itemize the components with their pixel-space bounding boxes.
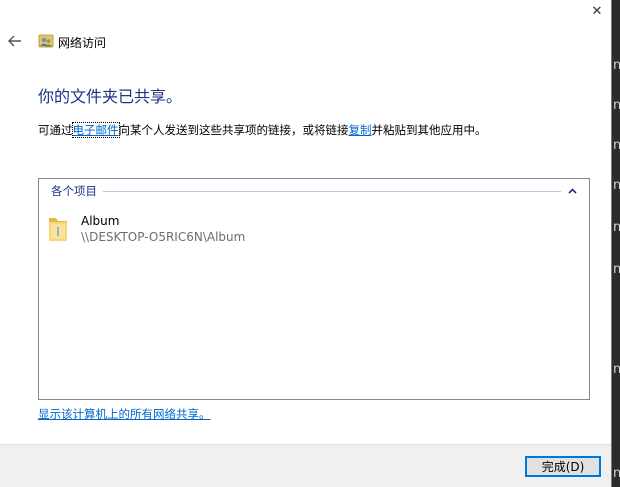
back-arrow-icon: [8, 35, 21, 47]
shared-items-list[interactable]: 各个项目 Album \\DESKTOP-O5RIC6N\Album: [38, 178, 590, 400]
close-button[interactable]: ✕: [582, 0, 612, 22]
group-label: 各个项目: [51, 184, 97, 198]
background-text-fragment: n: [613, 262, 620, 277]
list-item[interactable]: Album \\DESKTOP-O5RIC6N\Album: [47, 213, 307, 249]
page-heading: 你的文件夹已共享。: [38, 87, 183, 106]
background-text-fragment: n: [613, 138, 620, 153]
window-title: 网络访问: [58, 36, 107, 50]
background-text-fragment: n: [613, 58, 620, 73]
desc-text-before: 可通过: [38, 123, 73, 137]
background-text-fragment: n: [613, 98, 620, 113]
group-divider: [103, 190, 561, 192]
background-window-strip: n n n n n n n n: [612, 0, 620, 487]
network-users-icon: [38, 34, 54, 48]
background-text-fragment: n: [613, 362, 620, 377]
background-text-fragment: n: [613, 466, 620, 481]
chevron-up-icon: [567, 188, 577, 194]
network-access-dialog: ✕ 网络访问 你的文件夹已共享。 可通过电子邮件向某个人发送到这些共享项的链接，…: [0, 0, 612, 487]
background-text-fragment: n: [613, 178, 620, 193]
show-all-shares-link[interactable]: 显示该计算机上的所有网络共享。: [38, 406, 211, 422]
desc-text-middle: 向某个人发送到这些共享项的链接，或将链接: [118, 123, 349, 137]
collapse-group-button[interactable]: [565, 184, 579, 198]
copy-link[interactable]: 复制: [349, 123, 372, 137]
footer-bar: 完成(D): [0, 444, 611, 487]
group-header[interactable]: 各个项目: [51, 183, 579, 199]
item-name: Album: [81, 214, 120, 228]
close-icon: ✕: [591, 3, 603, 19]
item-text: Album \\DESKTOP-O5RIC6N\Album: [81, 213, 245, 246]
background-text-fragment: n: [613, 220, 620, 235]
folder-icon: [49, 218, 67, 241]
share-description: 可通过电子邮件向某个人发送到这些共享项的链接，或将链接复制并粘贴到其他应用中。: [38, 122, 487, 138]
desc-text-after: 并粘贴到其他应用中。: [371, 123, 487, 137]
done-button[interactable]: 完成(D): [525, 456, 601, 477]
email-link[interactable]: 电子邮件: [71, 122, 120, 138]
item-path: \\DESKTOP-O5RIC6N\Album: [81, 230, 246, 244]
back-button[interactable]: [6, 31, 24, 51]
